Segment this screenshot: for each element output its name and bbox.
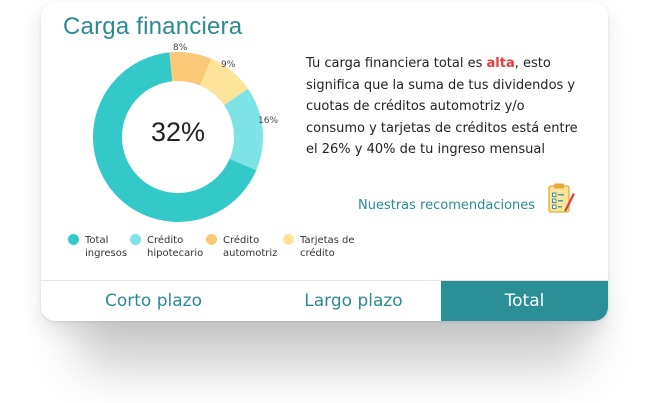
donut-center-value: 32% <box>150 117 206 147</box>
tab-total[interactable]: Total <box>441 281 608 321</box>
financial-load-card: Carga financiera 32% 8% 9% 16% Total ing… <box>41 2 608 321</box>
load-level-highlight: alta <box>486 56 515 71</box>
slice-label-tarjetas: 9% <box>221 60 236 70</box>
legend-swatch <box>206 234 217 245</box>
legend-label: Tarjetas de crédito <box>300 235 355 259</box>
period-tabs: Corto plazo Largo plazo Total <box>41 280 608 321</box>
legend-swatch <box>283 234 294 245</box>
slice-label-automotriz: 8% <box>173 43 188 53</box>
tab-corto-plazo[interactable]: Corto plazo <box>41 281 266 321</box>
tab-largo-plazo[interactable]: Largo plazo <box>266 281 441 321</box>
legend-swatch <box>68 234 79 245</box>
recommendations-link[interactable]: Nuestras recomendaciones <box>358 195 535 217</box>
load-description: Tu carga financiera total es alta, esto … <box>306 53 581 161</box>
description-text: Tu carga financiera total es <box>306 56 487 71</box>
description-text-rest: , esto significa que la suma de tus divi… <box>306 56 578 157</box>
clipboard-checklist-icon[interactable] <box>546 182 576 219</box>
slice-label-hipotecario: 16% <box>258 116 279 126</box>
legend-swatch <box>130 234 141 245</box>
